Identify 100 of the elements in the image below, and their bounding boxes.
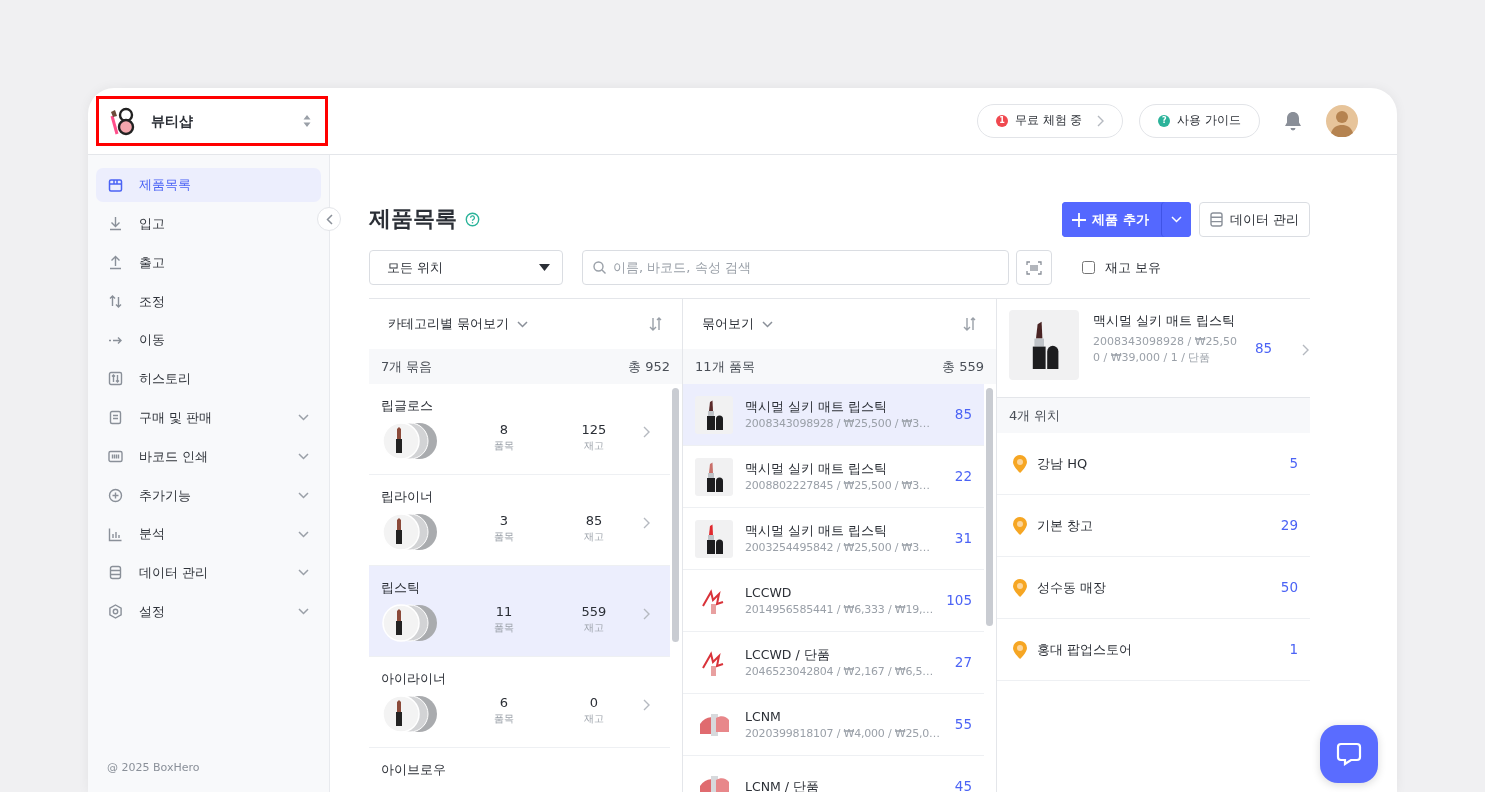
category-row[interactable]: 아이라이너 6 품목 0 재고	[369, 657, 670, 748]
stock-count-label: 재고	[583, 530, 605, 544]
sidebar-item[interactable]: 제품목록	[96, 168, 321, 202]
free-trial-button[interactable]: 1 무료 체험 중	[977, 104, 1124, 138]
sort-icon[interactable]	[962, 316, 978, 332]
location-pin-icon	[1013, 640, 1027, 659]
dropdown-triangle-icon	[539, 264, 550, 271]
help-badge: ?	[1158, 115, 1171, 127]
product-row[interactable]: LCNM 2020399818107 / ₩4,000 / ₩25,0… 55	[683, 694, 984, 756]
product-quantity: 85	[1255, 339, 1273, 358]
chevron-down-icon	[298, 491, 309, 499]
location-row[interactable]: 홍대 팝업스토어 1	[997, 619, 1310, 681]
product-row[interactable]: 맥시멀 실키 매트 립스틱 2008343098928 / ₩25,500 / ₩3… 85	[683, 384, 984, 446]
product-quantity: 22	[954, 467, 972, 487]
category-name: 아이브로우	[381, 761, 447, 779]
scrollbar[interactable]	[672, 388, 679, 642]
up-down-arrows-icon	[108, 293, 123, 309]
group-by-dropdown[interactable]: 묶어보기	[702, 314, 773, 334]
sort-icon[interactable]	[648, 316, 664, 332]
product-row[interactable]: LCCWD 2014956585441 / ₩6,333 / ₩19,… 105	[683, 570, 984, 632]
product-details: 2020399818107 / ₩4,000 / ₩25,0…	[745, 725, 941, 742]
location-row[interactable]: 성수동 매장 50	[997, 557, 1310, 619]
location-quantity: 1	[1289, 640, 1298, 660]
location-name: 성수동 매장	[1037, 578, 1108, 597]
category-name: 아이라이너	[381, 670, 447, 688]
sidebar-item[interactable]: 바코드 인쇄	[96, 439, 321, 474]
category-row[interactable]: 립스틱 11 품목 559 재고	[369, 566, 670, 657]
chat-button[interactable]	[1320, 725, 1378, 783]
category-row[interactable]: 아이브로우	[369, 748, 670, 792]
notification-bell-icon[interactable]	[1284, 111, 1302, 131]
product-row[interactable]: 맥시멀 실키 매트 립스틱 2003254495842 / ₩25,500 / ₩3… 31	[683, 508, 984, 570]
category-name: 립글로스	[381, 397, 434, 415]
sidebar-item[interactable]: 구매 및 판매	[96, 400, 321, 435]
sidebar-item[interactable]: 설정	[96, 594, 321, 629]
product-quantity: 27	[954, 653, 972, 673]
product-row[interactable]: LCNM / 단품 45	[683, 756, 984, 792]
chevron-right-icon	[643, 607, 650, 620]
barcode-icon	[108, 449, 123, 465]
product-quantity: 55	[954, 715, 972, 735]
product-name: 맥시멀 실키 매트 립스틱	[745, 521, 888, 540]
workspace-selector[interactable]: 뷰티샵	[96, 96, 328, 146]
chevron-right-icon	[1097, 114, 1105, 127]
help-icon[interactable]	[465, 212, 480, 227]
lipstick-drawing	[704, 522, 724, 555]
location-count: 4개 위치	[1009, 406, 1061, 425]
sidebar-item[interactable]: 입고	[96, 206, 321, 241]
product-row[interactable]: 맥시멀 실키 매트 립스틱 2008802227845 / ₩25,500 / ₩3… 22	[683, 446, 984, 508]
search-field[interactable]: 이름, 바코드, 속성 검색	[582, 250, 1009, 285]
location-name: 홍대 팝업스토어	[1037, 640, 1134, 659]
add-options-button[interactable]	[1160, 202, 1191, 237]
search-icon	[593, 261, 606, 274]
stock-count: 85	[584, 512, 604, 530]
sidebar-item[interactable]: 분석	[96, 517, 321, 552]
location-pin-icon	[1013, 578, 1027, 597]
stock-count-label: 재고	[583, 712, 605, 726]
sidebar-item[interactable]: 데이터 관리	[96, 555, 321, 590]
sidebar-item[interactable]: 조정	[96, 284, 321, 319]
avatar-icon[interactable]	[1326, 105, 1358, 137]
location-row[interactable]: 기본 창고 29	[997, 495, 1310, 557]
stock-count-label: 재고	[583, 439, 605, 453]
product-quantity: 31	[954, 529, 972, 549]
product-row[interactable]: LCCWD / 단품 2046523042804 / ₩2,167 / ₩6,5… 27	[683, 632, 984, 694]
barcode-scan-button[interactable]	[1016, 250, 1052, 285]
location-row[interactable]: 강남 HQ 5	[997, 433, 1310, 495]
total-count: 총 952	[628, 357, 670, 376]
sidebar-item[interactable]: 히스토리	[96, 362, 321, 396]
upload-arrow-icon	[108, 255, 123, 271]
history-icon	[108, 371, 123, 387]
scan-icon	[1026, 260, 1042, 275]
chevron-right-icon	[643, 698, 650, 711]
lipstick-drawing	[704, 460, 724, 493]
item-count-label: 품목	[493, 712, 515, 726]
page-title: 제품목록	[369, 206, 457, 233]
location-quantity: 50	[1280, 578, 1298, 598]
box-icon	[108, 177, 123, 193]
chevron-down-icon	[298, 453, 309, 461]
group-by-dropdown[interactable]: 카테고리별 묶어보기	[388, 314, 529, 334]
settings-icon	[108, 604, 123, 620]
in-stock-checkbox[interactable]	[1082, 261, 1095, 274]
plus-circle-icon	[108, 487, 123, 503]
product-name: LCNM / 단품	[745, 777, 820, 792]
sidebar-item[interactable]: 이동	[96, 323, 321, 358]
database-icon	[108, 565, 123, 581]
category-row[interactable]: 립글로스 8 품목 125 재고	[369, 384, 670, 475]
scrollbar[interactable]	[986, 388, 993, 626]
stock-count: 0	[588, 694, 600, 712]
chat-bubble-icon	[1336, 742, 1362, 766]
product-details: 2008802227845 / ₩25,500 / ₩3…	[745, 477, 931, 494]
item-count: 11	[494, 603, 514, 621]
thumbnail-stack-drawing	[381, 694, 439, 734]
location-quantity: 29	[1280, 516, 1298, 536]
data-management-button[interactable]: 데이터 관리	[1198, 202, 1310, 237]
sidebar-item[interactable]: 추가기능	[96, 478, 321, 513]
product-details: 2008343098928 / ₩25,500 / ₩39,000 / 1 / 단품	[1093, 334, 1239, 366]
user-guide-button[interactable]: ? 사용 가이드	[1139, 104, 1260, 138]
chevron-right-icon	[643, 425, 650, 438]
location-select[interactable]: 모든 위치	[369, 250, 563, 285]
sidebar-item[interactable]: 출고	[96, 245, 321, 280]
collapse-sidebar-button[interactable]	[317, 207, 341, 231]
product-name: 맥시멀 실키 매트 립스틱	[745, 397, 888, 416]
